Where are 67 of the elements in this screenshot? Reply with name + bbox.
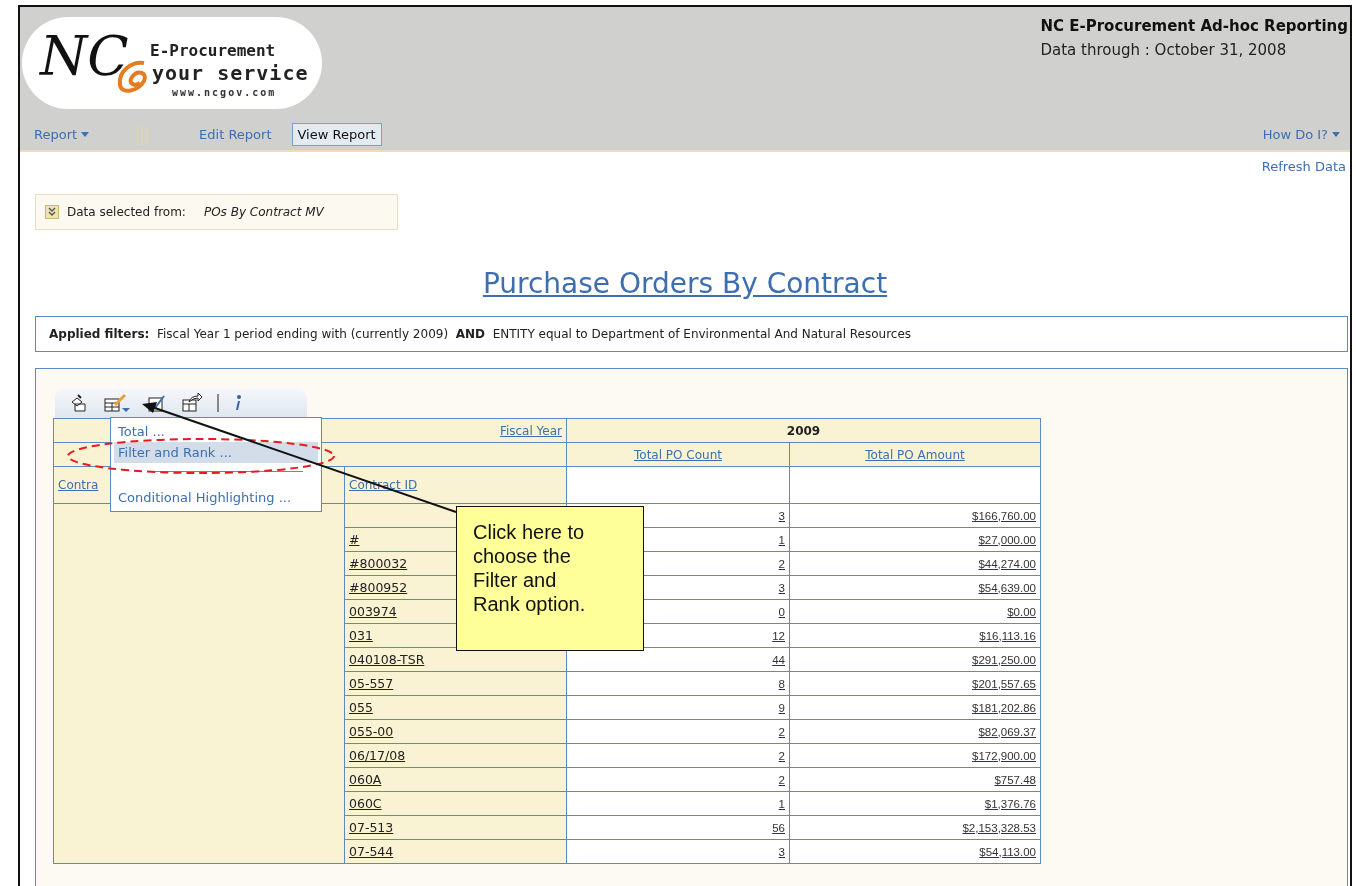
separator-icon <box>217 394 219 412</box>
count-link[interactable]: 0 <box>778 605 785 618</box>
contract-id-link[interactable]: #800952 <box>349 580 408 595</box>
contract-id-link[interactable]: 031 <box>349 628 373 643</box>
export-icon[interactable] <box>181 393 203 413</box>
refresh-link[interactable]: Refresh Data <box>1261 159 1346 174</box>
data-source-name: POs By Contract MV <box>203 205 324 219</box>
count-link[interactable]: 9 <box>778 701 785 714</box>
app-title: NC E-Procurement Ad-hoc Reporting <box>1040 17 1348 35</box>
data-through-date: Data through : October 31, 2008 <box>1040 41 1288 59</box>
count-link[interactable]: 2 <box>778 773 785 786</box>
column-header[interactable]: Fiscal Year <box>499 423 562 438</box>
contract-id-link[interactable]: 05-557 <box>349 676 394 691</box>
amount-link[interactable]: $16,113.16 <box>979 629 1036 642</box>
report-title[interactable]: Purchase Orders By Contract <box>482 267 888 300</box>
count-link[interactable]: 3 <box>778 581 785 594</box>
count-link[interactable]: 56 <box>772 821 785 834</box>
amount-link[interactable]: $2,153,328.53 <box>962 821 1036 834</box>
amount-link[interactable]: $291,250.00 <box>972 653 1036 666</box>
amount-link[interactable]: $54,113.00 <box>979 845 1036 858</box>
count-link[interactable]: 3 <box>778 845 785 858</box>
logo: NC E-Procurement your service www.ncgov.com <box>22 17 322 109</box>
tab[interactable]: View Report <box>291 123 382 146</box>
amount-link[interactable]: $757.48 <box>994 773 1036 786</box>
amount-link[interactable]: $181,202.86 <box>972 701 1036 714</box>
amount-link[interactable]: $172,900.00 <box>972 749 1036 762</box>
amount-link[interactable]: $44,274.00 <box>978 557 1036 570</box>
contract-id-link[interactable]: 060A <box>349 772 382 787</box>
caret-icon <box>1332 132 1340 137</box>
count-link[interactable]: 2 <box>778 749 785 762</box>
count-link[interactable]: 2 <box>778 557 785 570</box>
contract-id-link[interactable]: 055 <box>349 700 373 715</box>
contract-id-link[interactable]: 055-00 <box>349 724 394 739</box>
count-link[interactable]: 1 <box>778 797 785 810</box>
edit-table-icon[interactable] <box>103 393 133 413</box>
column-header[interactable]: Contra <box>58 478 99 492</box>
amount-link[interactable]: $166,760.00 <box>972 509 1036 522</box>
count-link[interactable]: 1 <box>778 533 785 546</box>
amount-link[interactable]: $1,376.76 <box>984 797 1036 810</box>
count-link[interactable]: 8 <box>778 677 785 690</box>
amount-link[interactable]: $27,000.00 <box>978 533 1036 546</box>
year-header: 2009 <box>786 423 821 438</box>
contract-id-link[interactable]: 06/17/08 <box>349 748 406 763</box>
contract-id-link[interactable]: # <box>349 532 360 547</box>
contract-id-link[interactable]: 07-544 <box>349 844 394 859</box>
count-link[interactable]: 3 <box>778 509 785 522</box>
amount-link[interactable]: $54,639.00 <box>978 581 1036 594</box>
count-link[interactable]: 2 <box>778 725 785 738</box>
menu-item[interactable]: Total ... <box>114 421 318 442</box>
expand-icon[interactable] <box>45 205 59 219</box>
amount-link[interactable]: $0.00 <box>1007 605 1036 618</box>
menu-item[interactable]: Conditional Highlighting ... <box>114 487 318 508</box>
contract-id-link[interactable]: 07-513 <box>349 820 394 835</box>
count-link[interactable]: 12 <box>772 629 785 642</box>
contract-id-link[interactable]: 060C <box>349 796 382 811</box>
callout-note: Click here to choose the Filter and Rank option. <box>456 506 644 651</box>
amount-link[interactable]: $201,557.65 <box>972 677 1036 690</box>
contract-id-link[interactable]: #800032 <box>349 556 408 571</box>
data-source-label: Data selected from: <box>67 205 186 219</box>
caret-icon <box>81 132 90 137</box>
contract-id-link[interactable]: 003974 <box>349 604 397 619</box>
info-icon[interactable] <box>233 393 243 413</box>
amount-link[interactable]: $82,069.37 <box>978 725 1036 738</box>
applied-filters: Applied filters: Fiscal Year 1 period ending with (currently 2009) AND ENTITY equal to Department of Environmental And Natural Resources <box>35 316 1348 352</box>
menu-item[interactable]: Filter and Rank ... <box>114 442 318 463</box>
count-link[interactable]: 44 <box>772 653 785 666</box>
layers-icon[interactable] <box>69 393 89 413</box>
